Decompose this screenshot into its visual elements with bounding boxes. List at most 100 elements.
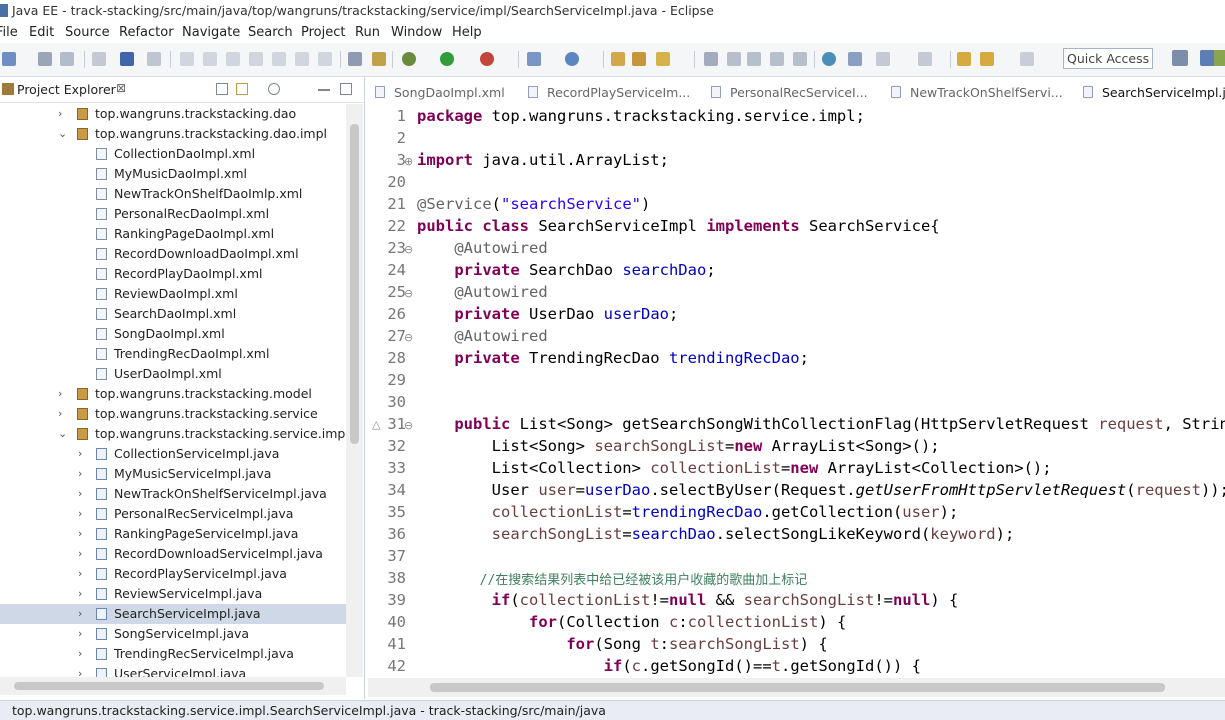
menu-search[interactable]: Search [248, 25, 293, 40]
tree-file-item[interactable]: PersonalRecDaoImpl.xml [0, 204, 346, 224]
menu-source[interactable]: Source [65, 25, 110, 40]
tree-package-item[interactable]: › top.wangruns.trackstacking.model [0, 384, 346, 404]
code-editor[interactable]: 1 2 3 ⊕ 20 21 22 23 ⊖ 24 25 ⊖ 26 27 ⊖ 28 29 30 31 ⊖ △ 32 33 34 3… [368, 104, 1225, 678]
menu-file[interactable]: File [0, 25, 18, 40]
menu-run[interactable]: Run [355, 25, 380, 40]
step-return-icon[interactable] [318, 52, 332, 66]
tree-file-item[interactable]: › SearchServiceImpl.java [0, 604, 346, 624]
tab-recordplayserviceimpl[interactable]: RecordPlayServiceIm... [521, 80, 690, 104]
view-menu-icon[interactable] [268, 83, 280, 95]
tree-file-item[interactable]: UserDaoImpl.xml [0, 364, 346, 384]
task-icon[interactable] [848, 52, 862, 66]
format-icon[interactable] [793, 52, 807, 66]
tree-file-item[interactable]: SongDaoImpl.xml [0, 324, 346, 344]
tree-package-item[interactable]: › top.wangruns.trackstacking.dao [0, 104, 346, 124]
web-browser-icon[interactable] [822, 52, 836, 66]
scroll-thumb[interactable] [14, 682, 324, 690]
tree-file-item[interactable]: CollectionDaoImpl.xml [0, 144, 346, 164]
collapse-all-icon[interactable] [216, 83, 228, 95]
tree-file-item[interactable]: SearchDaoImpl.xml [0, 304, 346, 324]
link-editor-icon[interactable] [236, 83, 248, 95]
external-tools-icon[interactable] [480, 52, 494, 66]
open-type-icon[interactable] [92, 52, 106, 66]
tree-file-item[interactable]: RankingPageDaoImpl.xml [0, 224, 346, 244]
tree-file-item[interactable]: › RankingPageServiceImpl.java [0, 524, 346, 544]
scroll-thumb[interactable] [430, 683, 1165, 692]
chevron-right-icon[interactable]: › [78, 627, 82, 640]
chevron-right-icon[interactable]: › [78, 467, 82, 480]
terminate-icon[interactable] [226, 52, 240, 66]
forward-icon[interactable] [1020, 52, 1034, 66]
mark-icon[interactable] [747, 52, 761, 66]
menu-project[interactable]: Project [301, 25, 345, 40]
chevron-right-icon[interactable]: › [78, 547, 82, 560]
tab-personalrecserviceimpl[interactable]: PersonalRecServiceI... [704, 80, 874, 104]
new-server-icon[interactable] [527, 52, 541, 66]
tree-file-item[interactable]: RecordDownloadDaoImpl.xml [0, 244, 346, 264]
collapse-fold-icon[interactable]: ⊖ [404, 331, 413, 344]
suspend-icon[interactable] [203, 52, 217, 66]
tree-file-item[interactable]: › RecordDownloadServiceImpl.java [0, 544, 346, 564]
scroll-thumb[interactable] [350, 124, 359, 444]
new-class-icon[interactable] [565, 52, 579, 66]
collapse-fold-icon[interactable]: ⊖ [404, 419, 413, 432]
tree-file-item[interactable]: › NewTrackOnShelfServiceImpl.java [0, 484, 346, 504]
tree-file-item[interactable]: › TrendingRecServiceImpl.java [0, 644, 346, 664]
open-folder-icon[interactable] [611, 52, 625, 66]
chevron-right-icon[interactable]: › [58, 387, 62, 400]
chevron-right-icon[interactable]: › [78, 567, 82, 580]
pin-icon[interactable] [704, 52, 718, 66]
annotation-icon[interactable] [876, 52, 890, 66]
open-perspective-icon[interactable] [1172, 50, 1188, 66]
chevron-right-icon[interactable]: › [78, 527, 82, 540]
toggle-icon[interactable] [348, 52, 362, 66]
chevron-right-icon[interactable]: › [78, 647, 82, 660]
tree-package-item[interactable]: ⌄ top.wangruns.trackstacking.dao.impl [0, 124, 346, 144]
last-edit-icon[interactable] [957, 52, 971, 66]
editor-horizontal-scrollbar[interactable] [368, 678, 1225, 697]
debug-icon[interactable] [402, 52, 416, 66]
collapse-fold-icon[interactable]: ⊖ [404, 243, 413, 256]
chevron-right-icon[interactable]: › [78, 607, 82, 620]
resume-icon[interactable] [180, 52, 194, 66]
step-into-icon[interactable] [272, 52, 286, 66]
expand-fold-icon[interactable]: ⊕ [404, 155, 413, 168]
run-icon[interactable] [440, 52, 454, 66]
back-icon[interactable] [980, 52, 994, 66]
chevron-right-icon[interactable]: › [78, 447, 82, 460]
tree-file-item[interactable]: ReviewDaoImpl.xml [0, 284, 346, 304]
chevron-right-icon[interactable]: › [78, 667, 82, 677]
open-file-icon[interactable] [632, 52, 646, 66]
block-icon[interactable] [770, 52, 784, 66]
chevron-right-icon[interactable]: › [58, 407, 62, 420]
debug-skip-icon[interactable] [147, 52, 161, 66]
disconnect-icon[interactable] [249, 52, 263, 66]
maximize-icon[interactable] [340, 83, 352, 95]
quick-access-input[interactable]: Quick Access [1063, 48, 1153, 69]
tab-songdaoimpl[interactable]: SongDaoImpl.xml [368, 80, 533, 104]
explorer-title[interactable]: Project Explorer [17, 82, 116, 97]
minimize-icon[interactable] [318, 89, 330, 91]
tree-file-item[interactable]: › MyMusicServiceImpl.java [0, 464, 346, 484]
step-over-icon[interactable] [295, 52, 309, 66]
explorer-vertical-scrollbar[interactable] [346, 104, 363, 677]
tree-file-item[interactable]: › SongServiceImpl.java [0, 624, 346, 644]
tree-package-item[interactable]: › top.wangruns.trackstacking.service [0, 404, 346, 424]
chevron-right-icon[interactable]: › [78, 587, 82, 600]
search-toolbar-icon[interactable] [656, 52, 670, 66]
menu-help[interactable]: Help [452, 25, 482, 40]
new-icon[interactable] [2, 52, 16, 66]
tab-newtrackonshelfserviceimpl[interactable]: NewTrackOnShelfServi... [884, 80, 1064, 104]
tree-file-item[interactable]: TrendingRecDaoImpl.xml [0, 344, 346, 364]
menu-refactor[interactable]: Refactor [119, 25, 174, 40]
tree-package-item[interactable]: ⌄ top.wangruns.trackstacking.service.impl [0, 424, 346, 444]
next-annotation-icon[interactable] [918, 52, 932, 66]
chevron-down-icon[interactable]: ⌄ [58, 127, 67, 140]
save-all-icon[interactable] [60, 52, 74, 66]
tree-file-item[interactable]: › UserServiceImpl.java [0, 664, 346, 677]
tree-file-item[interactable]: MyMusicDaoImpl.xml [0, 164, 346, 184]
close-icon[interactable]: ⊠ [116, 81, 126, 95]
tree-file-item[interactable]: › CollectionServiceImpl.java [0, 444, 346, 464]
tree-file-item[interactable]: › PersonalRecServiceImpl.java [0, 504, 346, 524]
pencil-icon[interactable] [727, 52, 741, 66]
